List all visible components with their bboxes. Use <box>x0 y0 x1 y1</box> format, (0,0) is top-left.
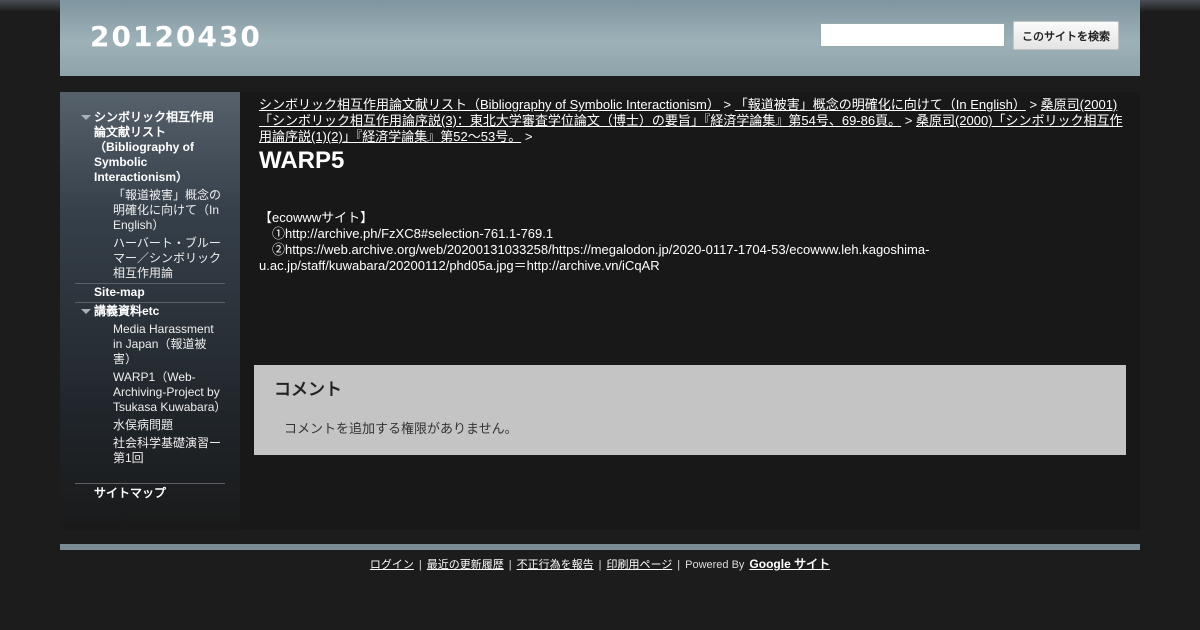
sidebar-subitem-seminar[interactable]: 社会科学基礎演習ー第1回 <box>75 436 225 466</box>
body-line-archive-1: ①http://archive.ph/FzXC8#selection-761.1… <box>259 226 554 241</box>
footer-login-link[interactable]: ログイン <box>370 559 414 571</box>
search-button[interactable]: このサイトを検索 <box>1013 21 1119 50</box>
sidebar-subitem-blumer[interactable]: ハーバート・ブルーマー／シンボリック相互作用論 <box>75 236 225 281</box>
footer-separator: | <box>598 559 602 571</box>
sidebar-item-site-map[interactable]: Site-map <box>75 285 225 300</box>
page-title: WARP5 <box>259 147 345 174</box>
footer-report-abuse-link[interactable]: 不正行為を報告 <box>517 559 594 571</box>
footer-separator: | <box>677 559 681 571</box>
sidebar-nav: シンボリック相互作用論文献リスト（Bibliography of Symboli… <box>60 92 240 530</box>
footer-recent-activity-link[interactable]: 最近の更新履歴 <box>427 559 504 571</box>
expand-triangle-icon[interactable] <box>81 115 91 120</box>
footer-separator: | <box>508 559 512 571</box>
sidebar-group-lectures: 講義資料etc Media Harassment in Japan（報道被害） … <box>75 304 226 466</box>
sidebar-item-bibliography[interactable]: シンボリック相互作用論文献リスト（Bibliography of Symboli… <box>75 110 225 185</box>
site-footer: ログイン | 最近の更新履歴 | 不正行為を報告 | 印刷用ページ | Powered By Go… <box>0 555 1200 572</box>
main-content: シンボリック相互作用論文献リスト（Bibliography of Symboli… <box>259 97 1124 175</box>
footer-separator: | <box>418 559 422 571</box>
sidebar-subitem-media-harm[interactable]: 「報道被害」概念の明確化に向けて（In English） <box>75 188 225 233</box>
site-header: 20120430 このサイトを検索 <box>60 0 1140 76</box>
expand-triangle-icon[interactable] <box>81 309 91 314</box>
sidebar-subitem-media-harassment[interactable]: Media Harassment in Japan（報道被害） <box>75 322 225 367</box>
breadcrumb-link[interactable]: 「報道被害」概念の明確化に向けて（In English） <box>735 97 1026 112</box>
breadcrumb-separator: > <box>524 129 533 144</box>
comments-panel: コメント コメントを追加する権限がありません。 <box>254 365 1126 455</box>
sidebar-item-sitemap-jp[interactable]: サイトマップ <box>75 486 225 501</box>
search-input[interactable] <box>820 23 1005 47</box>
sidebar-subitem-warp1[interactable]: WARP1（Web-Archiving-Project by Tsukasa K… <box>75 370 226 415</box>
comments-title: コメント <box>274 380 342 399</box>
site-title[interactable]: 20120430 <box>90 20 262 53</box>
sidebar-item-lectures[interactable]: 講義資料etc <box>75 304 225 319</box>
footer-divider <box>60 544 1140 550</box>
footer-print-page-link[interactable]: 印刷用ページ <box>606 559 672 571</box>
footer-powered-by: Powered By <box>685 559 745 571</box>
sidebar-divider <box>75 302 225 303</box>
body-line-archive-2: ②https://web.archive.org/web/20200131033… <box>259 242 930 273</box>
comments-permission-note: コメントを追加する権限がありません。 <box>284 421 518 436</box>
sidebar-item-label: シンボリック相互作用論文献リスト（Bibliography of Symboli… <box>94 110 215 184</box>
sidebar-divider <box>75 283 225 284</box>
page-body: 【ecowwwサイト】 ①http://archive.ph/FzXC8#sel… <box>259 210 1119 274</box>
sidebar-group-bibliography: シンボリック相互作用論文献リスト（Bibliography of Symboli… <box>75 110 225 281</box>
sidebar-divider <box>75 483 225 484</box>
sidebar-subitem-minamata[interactable]: 水俣病問題 <box>75 418 225 433</box>
breadcrumb-separator: > <box>904 113 913 128</box>
sidebar-item-label: 講義資料etc <box>94 304 160 318</box>
body-line-heading: 【ecowwwサイト】 <box>259 210 374 225</box>
breadcrumb: シンボリック相互作用論文献リスト（Bibliography of Symboli… <box>259 97 1124 145</box>
footer-google-sites-link[interactable]: Google サイト <box>749 557 830 571</box>
breadcrumb-link[interactable]: シンボリック相互作用論文献リスト（Bibliography of Symboli… <box>259 97 720 112</box>
sidebar-group-sitemap-jp: サイトマップ <box>75 486 225 501</box>
breadcrumb-separator: > <box>1029 97 1038 112</box>
breadcrumb-separator: > <box>723 97 732 112</box>
sidebar-group-sitemap: Site-map <box>75 285 225 300</box>
